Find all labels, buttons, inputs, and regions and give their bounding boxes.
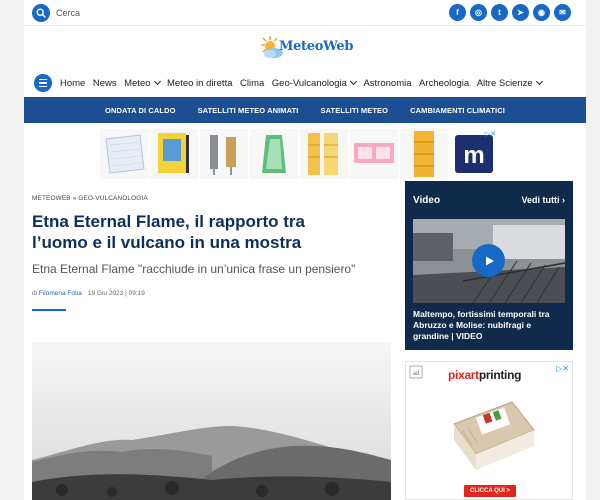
chevron-down-icon (349, 77, 357, 86)
nav-item-meteo-in-diretta[interactable]: Meteo in diretta (167, 78, 232, 89)
nav-item-home[interactable]: Home (60, 78, 85, 89)
ad-brand-part: pixart (448, 368, 479, 382)
video-widget: Video Vedi tutti › Maltempo, fortissimi … (405, 181, 573, 350)
play-icon (485, 256, 494, 265)
page: f ◎ t ➤ ◉ ✉ MeteoWeb Home News Meteo (24, 0, 586, 500)
nav-item-archeologia[interactable]: Archeologia (419, 78, 469, 89)
twitter-link[interactable]: t (491, 4, 508, 21)
rss-link[interactable]: ◉ (533, 4, 550, 21)
search-icon (36, 8, 46, 18)
nav-item-astronomia[interactable]: Astronomia (363, 78, 411, 89)
nav-label: Clima (240, 77, 265, 89)
logo-text: MeteoWeb (279, 39, 354, 54)
ad-product-image (150, 129, 198, 179)
mail-link[interactable]: ✉ (554, 4, 571, 21)
instagram-icon: ◎ (475, 8, 482, 17)
adchoices-icon[interactable]: ▷✕ (485, 130, 496, 138)
site-logo[interactable]: MeteoWeb (257, 33, 357, 63)
facebook-icon: f (456, 8, 459, 17)
publish-date: 19 Giu 2023 | 09:19 (87, 290, 145, 297)
search-button[interactable] (32, 4, 50, 22)
svg-text:ad: ad (413, 371, 420, 377)
hamburger-icon (39, 79, 47, 81)
twitter-icon: t (498, 8, 501, 17)
nav-label: Geo-Vulcanologia (271, 77, 347, 89)
topic-ondata-di-caldo[interactable]: ONDATA DI CALDO (105, 106, 176, 115)
ad-product-image (200, 129, 248, 179)
author-link[interactable]: Filomena Fotia (39, 290, 82, 297)
nav-label: Home (60, 77, 86, 89)
title-divider (32, 309, 66, 311)
article-subtitle: Etna Eternal Flame "racchiude in un’unic… (32, 262, 356, 276)
nav-item-altre-scienze[interactable]: Altre Scienze (476, 77, 543, 89)
ad-brand-part: printing (478, 368, 522, 382)
topic-cambiamenti-climatici[interactable]: CAMBIAMENTI CLIMATICI (410, 106, 505, 115)
mail-icon: ✉ (559, 8, 566, 17)
ad-product-image (453, 401, 535, 470)
rss-icon: ◉ (538, 8, 545, 17)
main-nav: Home News Meteo Meteo in diretta Clima G… (24, 70, 586, 96)
nav-label: Archeologia (419, 77, 470, 89)
nav-label: Altre Scienze (476, 77, 533, 89)
adchoices-icon[interactable]: ▷✕ (556, 364, 569, 373)
ad-product-image (250, 129, 298, 179)
ad-product-image (100, 129, 148, 179)
chevron-down-icon (535, 77, 543, 86)
ad-product-image (350, 129, 398, 179)
menu-button[interactable] (34, 74, 52, 92)
instagram-link[interactable]: ◎ (470, 4, 487, 21)
ad-product-image (400, 129, 448, 179)
topic-satelliti-meteo-animati[interactable]: SATELLITI METEO ANIMATI (198, 106, 299, 115)
nav-item-geo-vulcanologia[interactable]: Geo-Vulcanologia (271, 77, 357, 89)
nav-item-meteo[interactable]: Meteo (124, 77, 161, 89)
ad-label-icon: ad (409, 365, 423, 379)
nav-item-clima[interactable]: Clima (240, 78, 264, 89)
facebook-link[interactable]: f (449, 4, 466, 21)
chevron-down-icon (153, 77, 161, 86)
nav-label: Meteo (124, 77, 151, 89)
sidebar-ad[interactable]: ad ▷✕ pixartprinting CLICCA QUI > (405, 361, 573, 500)
top-bar: f ◎ t ➤ ◉ ✉ (24, 0, 586, 26)
search-input[interactable] (56, 5, 196, 21)
banner-ad[interactable]: m ▷✕ (100, 129, 510, 179)
nav-label: Astronomia (363, 77, 412, 89)
ad-brand-logo: m ▷✕ (450, 129, 498, 179)
article-title: Etna Eternal Flame, il rapporto tra l’uo… (32, 212, 306, 252)
telegram-link[interactable]: ➤ (512, 4, 529, 21)
ad-product-image (300, 129, 348, 179)
article-hero-image (32, 342, 391, 500)
nav-label: News (92, 77, 117, 89)
telegram-icon: ➤ (517, 8, 524, 17)
ad-brand-logo: pixartprinting (448, 368, 521, 382)
video-heading: Video (413, 195, 441, 206)
author-prefix: di (32, 290, 39, 297)
breadcrumb[interactable]: METEOWEB » GEO-VULCANOLOGIA (32, 195, 148, 202)
svg-text:m: m (463, 142, 484, 169)
nav-label: Meteo in diretta (167, 77, 233, 89)
nav-item-news[interactable]: News (93, 78, 117, 89)
ad-cta-button[interactable]: CLICCA QUI > (464, 485, 516, 497)
chevron-right-icon: › (562, 195, 565, 205)
see-all-label: Vedi tutti (521, 195, 560, 205)
topic-bar: ONDATA DI CALDO SATELLITI METEO ANIMATI … (24, 97, 586, 123)
video-title-link[interactable]: Maltempo, fortissimi temporali tra Abruz… (413, 309, 569, 342)
article-meta: di Filomena Fotia 19 Giu 2023 | 09:19 (32, 290, 145, 297)
topic-satelliti-meteo[interactable]: SATELLITI METEO (320, 106, 388, 115)
video-thumbnail[interactable] (413, 219, 565, 303)
social-links: f ◎ t ➤ ◉ ✉ (449, 4, 571, 21)
play-button[interactable] (472, 244, 505, 277)
see-all-videos-link[interactable]: Vedi tutti › (521, 195, 565, 205)
